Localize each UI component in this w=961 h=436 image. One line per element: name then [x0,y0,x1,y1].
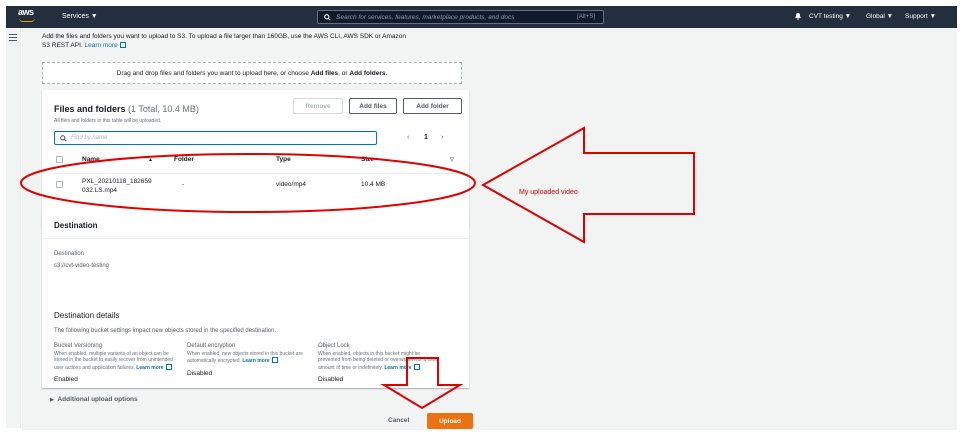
search-placeholder: Search for services, features, marketpla… [336,13,515,21]
external-link-icon [119,42,126,48]
menu-hamburger-icon[interactable] [9,34,17,43]
learn-more-link[interactable]: Learn more [242,358,269,364]
file-type: video/mp4 [276,181,306,188]
default-encryption-setting: Default encryption When enabled, new obj… [187,343,312,377]
files-panel-subtitle: All files and folders in this table will… [54,118,162,124]
dropzone-add-files: Add files [310,69,339,77]
table-row[interactable]: PXL_20210118_182659 032.LS.mp4 - video/m… [54,173,464,197]
aws-logo[interactable]: aws [18,8,38,24]
file-name-line-1: PXL_20210118_182659 [82,178,152,185]
file-folder: - [182,181,185,188]
additional-upload-options-toggle[interactable]: ▶ Additional upload options [50,396,138,403]
setting-value: Disabled [318,376,344,383]
region-menu[interactable]: Global ▼ [866,13,893,20]
caret-right-icon: ▶ [50,397,54,403]
file-name-line-2: 032.LS.mp4 [82,187,118,194]
next-page-icon[interactable]: › [441,134,443,141]
search-icon [324,13,331,21]
upload-page-content: Add the files and folders you want to up… [22,28,957,430]
additional-options-label: Additional upload options [57,396,138,403]
global-search-input[interactable]: Search for services, features, marketpla… [317,10,604,24]
setting-name: Bucket Versioning [54,343,103,349]
intro-line-2: S3 REST API. [42,42,83,49]
filter-placeholder: Find by name [71,135,108,141]
aws-smile-icon [19,18,35,22]
sort-ascending-icon[interactable]: ▲ [148,157,153,163]
object-lock-setting: Object Lock When enabled, objects in thi… [318,343,443,384]
external-link-icon [165,363,172,370]
services-menu[interactable]: Services ▼ [62,13,98,20]
file-drop-zone[interactable]: Drag and drop files and folders you want… [42,62,462,84]
column-header-size[interactable]: Size [361,156,374,163]
notifications-bell-icon[interactable] [794,12,802,20]
upload-button[interactable]: Upload [427,413,473,429]
bucket-versioning-setting: Bucket Versioning When enabled, multiple… [54,343,179,384]
destination-bucket-link[interactable]: s3://cvt-video-testing [54,263,109,269]
upload-intro-text: Add the files and folders you want to up… [42,32,472,50]
remove-button[interactable]: Remove [293,98,343,114]
screenshot-frame: aws Services ▼ Search for services, feat… [0,0,961,436]
top-navigation-bar: aws Services ▼ Search for services, feat… [6,6,957,28]
files-panel-title: Files and folders (1 Total, 10.4 MB) [54,104,199,114]
cancel-button[interactable]: Cancel [388,417,409,424]
destination-label: Destination [54,251,85,257]
dropzone-or: , or [338,69,348,77]
dropzone-add-folders: Add folders [349,69,386,77]
column-settings-icon[interactable]: ▽ [450,157,454,163]
files-panel-title-text: Files and folders [54,104,126,114]
setting-name: Object Lock [318,343,350,349]
add-folder-button[interactable]: Add folder [403,98,462,114]
learn-more-link[interactable]: Learn more [136,365,163,371]
support-menu[interactable]: Support ▼ [905,13,936,20]
setting-description: When enabled, objects in this bucket mig… [318,350,439,371]
destination-details-description: The following bucket settings impact new… [54,328,277,334]
files-count: (1 Total, 10.4 MB) [128,104,199,114]
files-and-folders-panel: Files and folders (1 Total, 10.4 MB) All… [42,90,469,226]
column-header-type[interactable]: Type [276,156,291,163]
setting-name: Default encryption [187,343,236,349]
file-size: 10.4 MB [361,181,386,188]
destination-divider [42,238,469,239]
destination-header: Destination [54,221,98,230]
side-navigation-toggle-bar [6,28,21,428]
table-header: Name ▲ Folder Type Size ▽ [54,152,464,168]
search-icon [60,134,67,142]
account-menu[interactable]: CVT testing ▼ [809,13,851,20]
add-files-button[interactable]: Add files [349,98,397,114]
external-link-icon [271,357,278,363]
previous-page-icon[interactable]: ‹ [407,134,409,141]
dropzone-text: Drag and drop files and folders you want… [116,69,309,77]
learn-more-link[interactable]: Learn more [85,42,118,49]
page-number[interactable]: 1 [424,134,428,141]
dropzone-period: . [385,69,388,77]
setting-value: Disabled [187,369,213,377]
intro-line-1: Add the files and folders you want to up… [42,33,406,40]
external-link-icon [413,363,420,370]
column-header-folder[interactable]: Folder [174,156,194,163]
destination-details-title: Destination details [54,311,120,320]
destination-panel: Destination Destination s3://cvt-video-t… [42,214,469,388]
search-shortcut: [Alt+S] [577,14,595,20]
select-all-checkbox[interactable] [56,156,63,163]
setting-value: Enabled [54,376,78,383]
learn-more-link[interactable]: Learn more [384,365,411,371]
find-by-name-input[interactable]: Find by name [54,131,377,145]
aws-logo-text: aws [18,7,34,17]
annotation-label: My uploaded video [519,189,578,196]
column-header-name[interactable]: Name [82,156,100,163]
row-checkbox[interactable] [56,181,63,188]
